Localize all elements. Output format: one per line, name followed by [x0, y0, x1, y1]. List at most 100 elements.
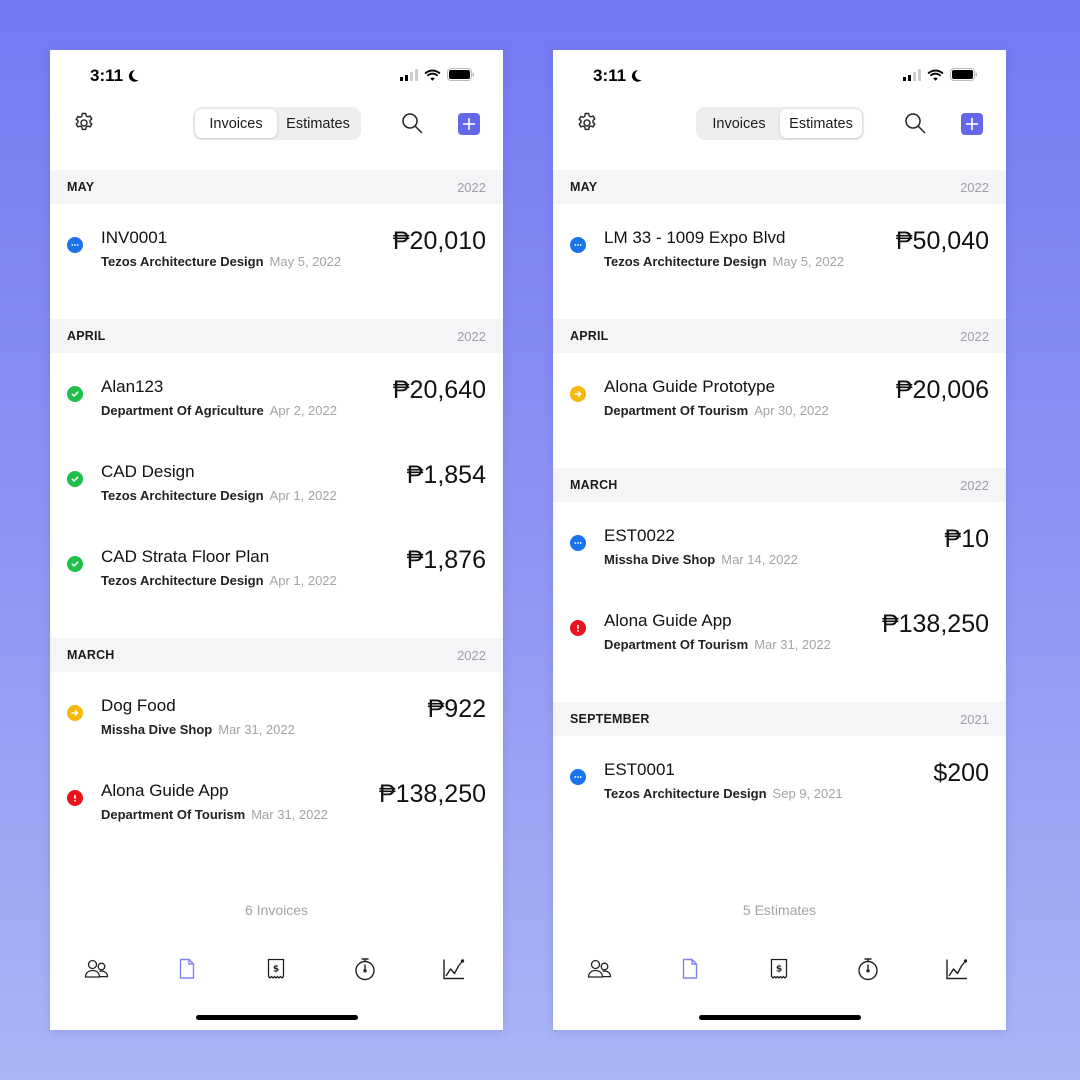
list-item[interactable]: CAD Strata Floor Plan Tezos Architecture … — [50, 531, 503, 616]
chart-icon — [442, 958, 466, 980]
signal-icon — [903, 68, 921, 81]
status-time-wrap: 3:11 — [90, 66, 140, 86]
status-paid-icon — [67, 556, 83, 572]
section-body: LM 33 - 1009 Expo Blvd Tezos Architecture… — [553, 204, 1006, 319]
add-button[interactable] — [458, 113, 480, 135]
search-icon[interactable] — [903, 111, 927, 135]
item-date: Apr 30, 2022 — [754, 403, 829, 418]
tab-estimates[interactable]: Estimates — [277, 109, 359, 138]
list-item[interactable]: Alan123 Department Of Agriculture Apr 2, 2… — [50, 361, 503, 446]
add-button[interactable] — [961, 113, 983, 135]
section-month: MAY — [570, 180, 598, 194]
item-title: CAD Strata Floor Plan — [101, 547, 270, 566]
item-date: May 5, 2022 — [269, 254, 342, 269]
tab-clients[interactable] — [82, 954, 112, 984]
battery-icon — [950, 68, 977, 81]
list-item[interactable]: INV0001 Tezos Architecture Design May 5, 2… — [50, 212, 503, 297]
phone-screen-estimates: 3:11 Invoices Estimates MAY 2022 LM 33 -… — [553, 50, 1006, 1030]
item-title: Alona Guide App — [101, 781, 229, 800]
plus-icon — [966, 118, 978, 130]
tab-bar: $ — [50, 954, 503, 984]
list-item[interactable]: EST0001 Tezos Architecture Design Sep 9, 2… — [553, 744, 1006, 829]
list-item[interactable]: Alona Guide App Department Of Tourism Mar … — [553, 595, 1006, 680]
section-month: MARCH — [570, 478, 618, 492]
timer-icon — [857, 957, 879, 981]
status-partial-icon — [67, 705, 83, 721]
item-date: Mar 31, 2022 — [251, 807, 328, 822]
item-client: Missha Dive Shop — [101, 722, 213, 737]
item-amount: ₱20,006 — [895, 376, 989, 404]
item-amount: $200 — [933, 759, 989, 787]
tab-invoices[interactable]: Invoices — [195, 109, 277, 138]
chart-icon — [945, 958, 969, 980]
item-subtitle: Missha Dive Shop Mar 14, 2022 — [604, 552, 798, 567]
item-amount: ₱922 — [427, 695, 486, 723]
status-icons — [903, 68, 978, 81]
item-title: EST0022 — [604, 526, 675, 545]
tab-reports[interactable] — [942, 954, 972, 984]
item-title: Alan123 — [101, 377, 164, 396]
status-sent-icon — [570, 535, 586, 551]
timer-icon — [354, 957, 376, 981]
status-sent-icon — [570, 769, 586, 785]
gear-icon[interactable] — [72, 111, 96, 135]
item-amount: ₱138,250 — [378, 780, 486, 808]
status-time: 3:11 — [90, 66, 124, 85]
tab-clients[interactable] — [585, 954, 615, 984]
section-year: 2022 — [960, 477, 989, 493]
tab-estimates[interactable]: Estimates — [780, 109, 862, 138]
document-count: 5 Estimates — [742, 902, 817, 918]
tab-expenses[interactable]: $ — [764, 954, 794, 984]
tab-reports[interactable] — [439, 954, 469, 984]
section-header: MARCH 2022 — [553, 468, 1006, 502]
gear-icon[interactable] — [575, 111, 599, 135]
section-year: 2022 — [457, 647, 486, 663]
tab-invoices[interactable]: Invoices — [698, 109, 780, 138]
section-month: APRIL — [67, 329, 106, 343]
item-date: May 5, 2022 — [772, 254, 845, 269]
list-item[interactable]: LM 33 - 1009 Expo Blvd Tezos Architecture… — [553, 212, 1006, 297]
item-subtitle: Tezos Architecture Design Sep 9, 2021 — [604, 786, 843, 801]
svg-text:$: $ — [776, 965, 782, 975]
tab-time-tracking[interactable] — [853, 954, 883, 984]
item-subtitle: Department Of Agriculture Apr 2, 2022 — [101, 403, 337, 418]
section-year: 2022 — [457, 179, 486, 195]
status-paid-icon — [67, 386, 83, 402]
list-item[interactable]: Alona Guide App Department Of Tourism Mar … — [50, 765, 503, 850]
signal-icon — [400, 68, 418, 81]
item-subtitle: Department Of Tourism Mar 31, 2022 — [101, 807, 328, 822]
item-client: Tezos Architecture Design — [101, 573, 264, 588]
tab-time-tracking[interactable] — [350, 954, 380, 984]
receipt-icon: $ — [769, 958, 789, 980]
item-amount: ₱138,250 — [881, 610, 989, 638]
section-body: Alona Guide Prototype Department Of Touri… — [553, 353, 1006, 468]
item-date: Apr 2, 2022 — [269, 403, 337, 418]
item-amount: ₱50,040 — [895, 227, 989, 255]
item-title: CAD Design — [101, 462, 195, 481]
item-date: Sep 9, 2021 — [772, 786, 843, 801]
list-item[interactable]: EST0022 Missha Dive Shop Mar 14, 2022 ₱10 — [553, 510, 1006, 595]
section-body: Alan123 Department Of Agriculture Apr 2, 2… — [50, 353, 503, 638]
section-header: MARCH 2022 — [50, 638, 503, 672]
search-icon[interactable] — [400, 111, 424, 135]
list-item[interactable]: Alona Guide Prototype Department Of Touri… — [553, 361, 1006, 446]
invoices-estimates-toggle: Invoices Estimates — [696, 107, 864, 140]
tab-documents[interactable] — [172, 954, 202, 984]
item-subtitle: Department Of Tourism Apr 30, 2022 — [604, 403, 829, 418]
wifi-icon — [424, 69, 441, 81]
item-date: Apr 1, 2022 — [269, 488, 337, 503]
item-title: LM 33 - 1009 Expo Blvd — [604, 228, 786, 247]
tab-expenses[interactable]: $ — [261, 954, 291, 984]
status-paid-icon — [67, 471, 83, 487]
list-item[interactable]: CAD Design Tezos Architecture Design Apr 1… — [50, 446, 503, 531]
section-body: EST0001 Tezos Architecture Design Sep 9, 2… — [553, 736, 1006, 851]
list-item[interactable]: Dog Food Missha Dive Shop Mar 31, 2022 ₱922 — [50, 680, 503, 765]
item-date: Mar 31, 2022 — [754, 637, 831, 652]
item-subtitle: Tezos Architecture Design Apr 1, 2022 — [101, 573, 337, 588]
section-body: Dog Food Missha Dive Shop Mar 31, 2022 ₱922… — [50, 672, 503, 872]
tab-documents[interactable] — [675, 954, 705, 984]
section-body: INV0001 Tezos Architecture Design May 5, 2… — [50, 204, 503, 319]
section-month: MARCH — [67, 648, 115, 662]
document-icon — [681, 958, 699, 980]
section-header: APRIL 2022 — [553, 319, 1006, 353]
